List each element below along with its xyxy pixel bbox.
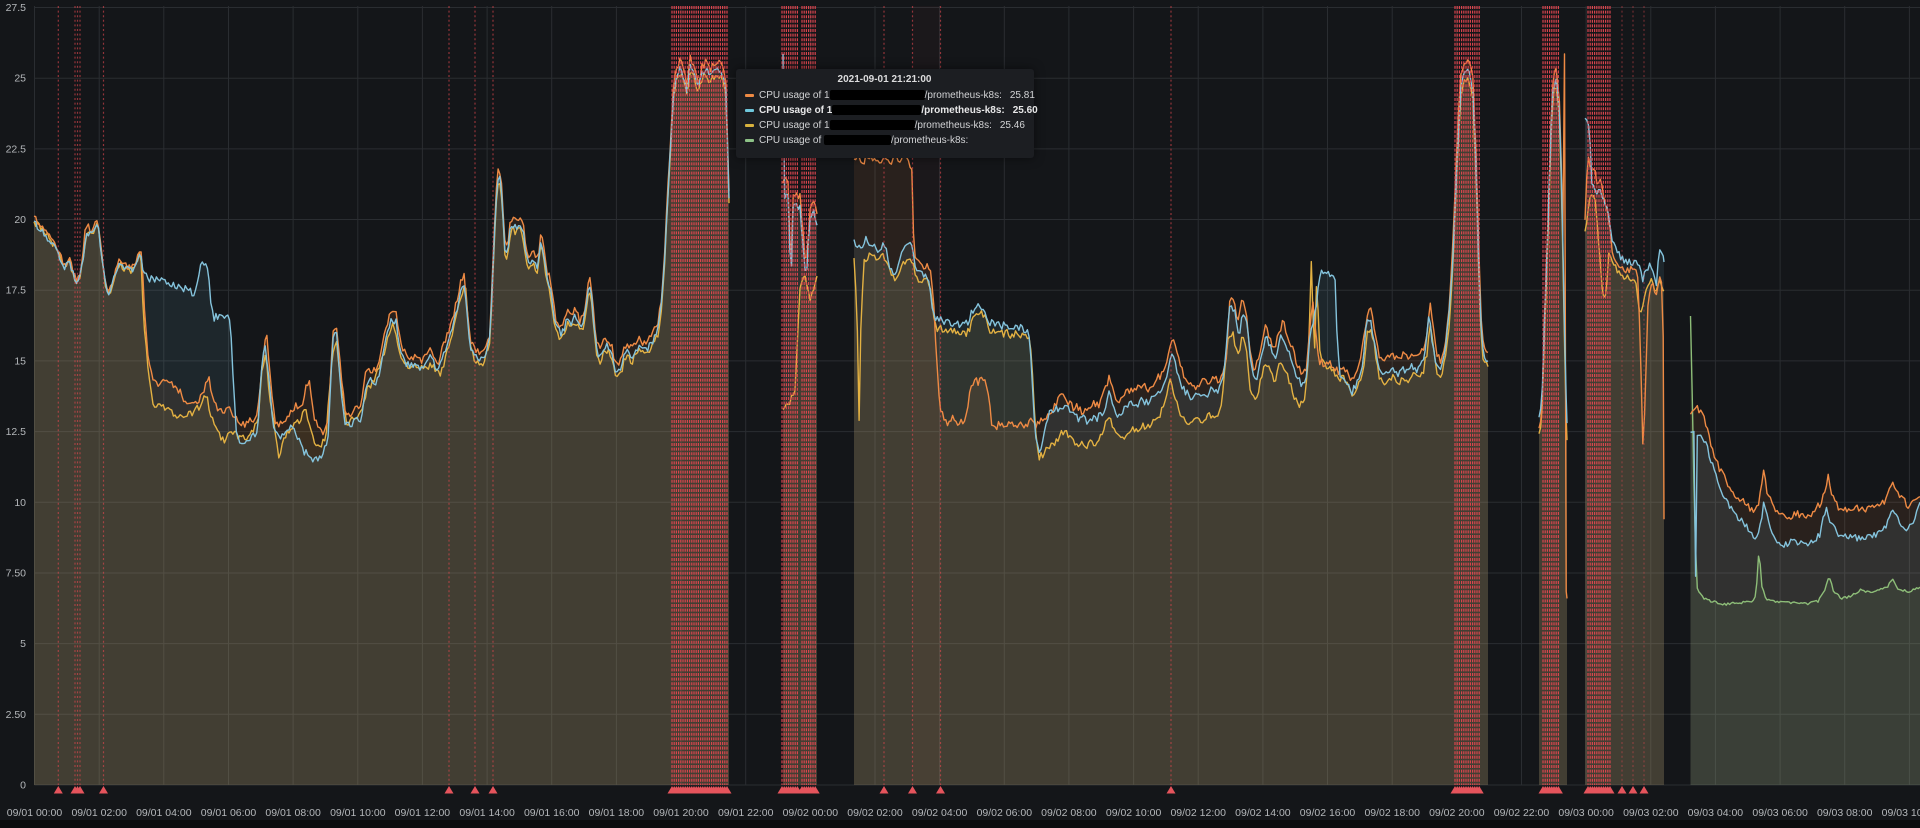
svg-text:2.50: 2.50: [6, 709, 27, 721]
svg-text:09/02 22:00: 09/02 22:00: [1494, 807, 1550, 819]
svg-text:09/02 06:00: 09/02 06:00: [977, 807, 1033, 819]
svg-text:25: 25: [14, 73, 26, 85]
svg-text:09/01 00:00: 09/01 00:00: [7, 807, 63, 819]
svg-text:22.5: 22.5: [6, 143, 27, 155]
svg-text:7.50: 7.50: [6, 568, 27, 580]
svg-text:09/02 10:00: 09/02 10:00: [1106, 807, 1162, 819]
svg-text:09/03 04:00: 09/03 04:00: [1688, 807, 1744, 819]
svg-text:09/01 08:00: 09/01 08:00: [265, 807, 321, 819]
svg-text:09/02 20:00: 09/02 20:00: [1429, 807, 1485, 819]
svg-text:09/03 10:00: 09/03 10:00: [1882, 807, 1920, 819]
svg-text:09/02 02:00: 09/02 02:00: [847, 807, 903, 819]
svg-text:09/01 16:00: 09/01 16:00: [524, 807, 580, 819]
svg-text:15: 15: [14, 355, 26, 367]
svg-text:09/03 08:00: 09/03 08:00: [1817, 807, 1873, 819]
svg-text:09/01 10:00: 09/01 10:00: [330, 807, 386, 819]
svg-text:09/01 04:00: 09/01 04:00: [136, 807, 192, 819]
svg-text:09/03 02:00: 09/03 02:00: [1623, 807, 1679, 819]
svg-text:09/02 18:00: 09/02 18:00: [1364, 807, 1420, 819]
svg-text:09/03 06:00: 09/03 06:00: [1752, 807, 1808, 819]
svg-text:09/02 14:00: 09/02 14:00: [1235, 807, 1291, 819]
svg-text:09/01 18:00: 09/01 18:00: [589, 807, 645, 819]
svg-text:5: 5: [20, 638, 26, 650]
svg-text:09/01 02:00: 09/01 02:00: [71, 807, 127, 819]
svg-text:09/01 22:00: 09/01 22:00: [718, 807, 774, 819]
svg-text:09/01 06:00: 09/01 06:00: [201, 807, 257, 819]
svg-text:09/02 16:00: 09/02 16:00: [1300, 807, 1356, 819]
svg-text:12.5: 12.5: [6, 426, 27, 438]
svg-text:09/02 12:00: 09/02 12:00: [1170, 807, 1226, 819]
svg-text:10: 10: [14, 497, 26, 509]
svg-text:09/01 12:00: 09/01 12:00: [395, 807, 451, 819]
svg-text:09/01 20:00: 09/01 20:00: [653, 807, 709, 819]
svg-text:20: 20: [14, 214, 26, 226]
svg-text:09/02 08:00: 09/02 08:00: [1041, 807, 1097, 819]
svg-text:0: 0: [20, 780, 26, 792]
svg-text:27.5: 27.5: [6, 2, 27, 14]
svg-text:09/03 00:00: 09/03 00:00: [1558, 807, 1614, 819]
svg-text:09/02 00:00: 09/02 00:00: [783, 807, 839, 819]
svg-text:09/02 04:00: 09/02 04:00: [912, 807, 968, 819]
svg-text:09/01 14:00: 09/01 14:00: [459, 807, 515, 819]
svg-text:17.5: 17.5: [6, 285, 27, 297]
